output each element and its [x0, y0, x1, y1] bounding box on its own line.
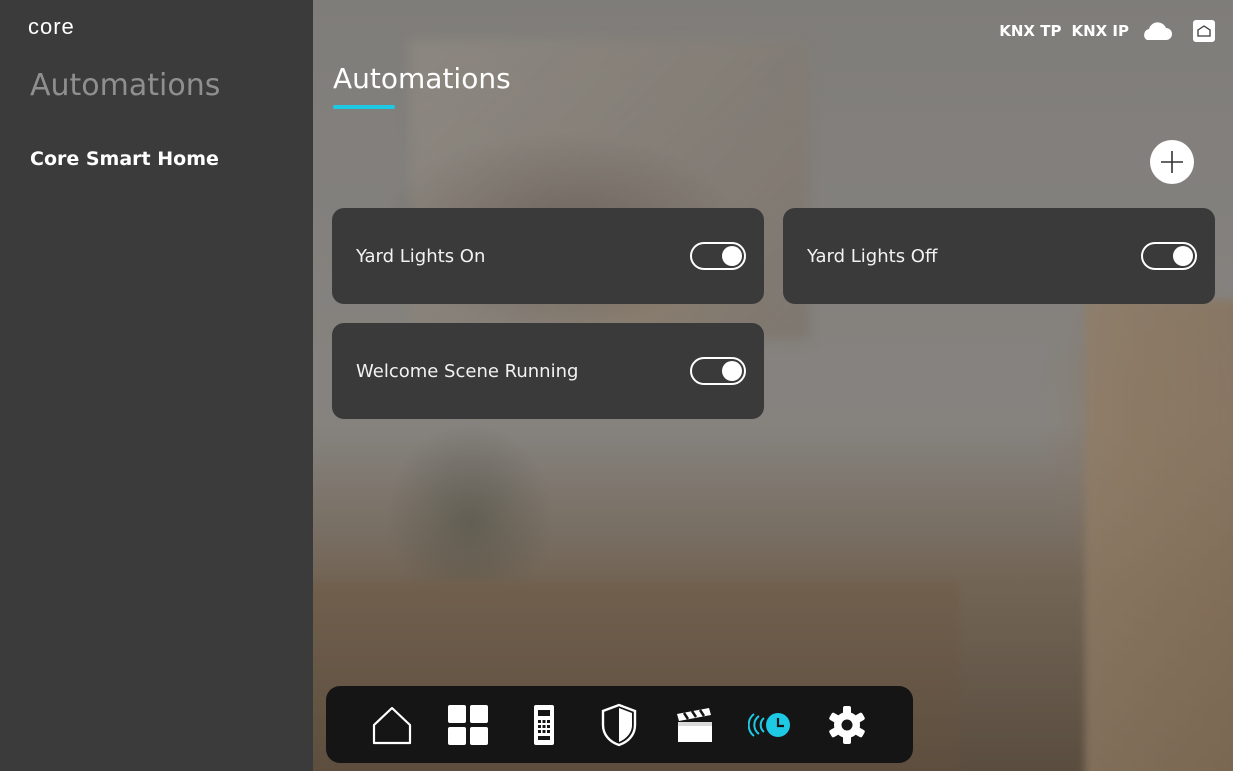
knx-ip-status: KNX IP	[1071, 22, 1129, 40]
page-title: Automations	[333, 62, 511, 95]
scenes-clapper-icon	[677, 707, 713, 742]
sidebar-item-core-smart-home[interactable]: Core Smart Home	[30, 148, 219, 170]
cloud-icon	[1139, 21, 1173, 41]
automation-label: Welcome Scene Running	[356, 360, 579, 382]
title-underline	[333, 105, 395, 109]
automation-label: Yard Lights Off	[807, 245, 938, 267]
automation-toggle[interactable]	[690, 242, 746, 270]
toggle-knob	[722, 246, 742, 266]
add-automation-button[interactable]	[1150, 140, 1194, 184]
nav-intercom[interactable]	[520, 701, 568, 749]
home-icon	[372, 706, 412, 744]
toggle-knob	[722, 361, 742, 381]
toggle-knob	[1173, 246, 1193, 266]
automation-label: Yard Lights On	[356, 245, 486, 267]
nav-home[interactable]	[368, 701, 416, 749]
status-bar: KNX TP KNX IP	[999, 20, 1215, 42]
nav-automations[interactable]	[747, 701, 795, 749]
sidebar-title: Automations	[30, 68, 221, 103]
automation-card[interactable]: Welcome Scene Running	[332, 323, 764, 419]
rooms-grid-icon	[447, 704, 488, 745]
nav-security[interactable]	[595, 701, 643, 749]
intercom-icon	[533, 704, 554, 745]
automation-toggle[interactable]	[1141, 242, 1197, 270]
automation-toggle[interactable]	[690, 357, 746, 385]
automation-card[interactable]: Yard Lights On	[332, 208, 764, 304]
nav-settings[interactable]	[823, 701, 871, 749]
plus-icon	[1161, 151, 1183, 173]
settings-gear-icon	[829, 705, 865, 744]
home-status-icon[interactable]	[1193, 20, 1215, 42]
security-shield-icon	[602, 703, 637, 746]
bottom-nav	[326, 686, 913, 763]
app-logo: core	[28, 14, 75, 39]
sidebar: core Automations Core Smart Home	[0, 0, 313, 771]
knx-tp-status: KNX TP	[999, 22, 1062, 40]
nav-rooms[interactable]	[444, 701, 492, 749]
nav-scenes[interactable]	[671, 701, 719, 749]
automation-clock-icon	[748, 712, 791, 737]
automation-card[interactable]: Yard Lights Off	[783, 208, 1215, 304]
